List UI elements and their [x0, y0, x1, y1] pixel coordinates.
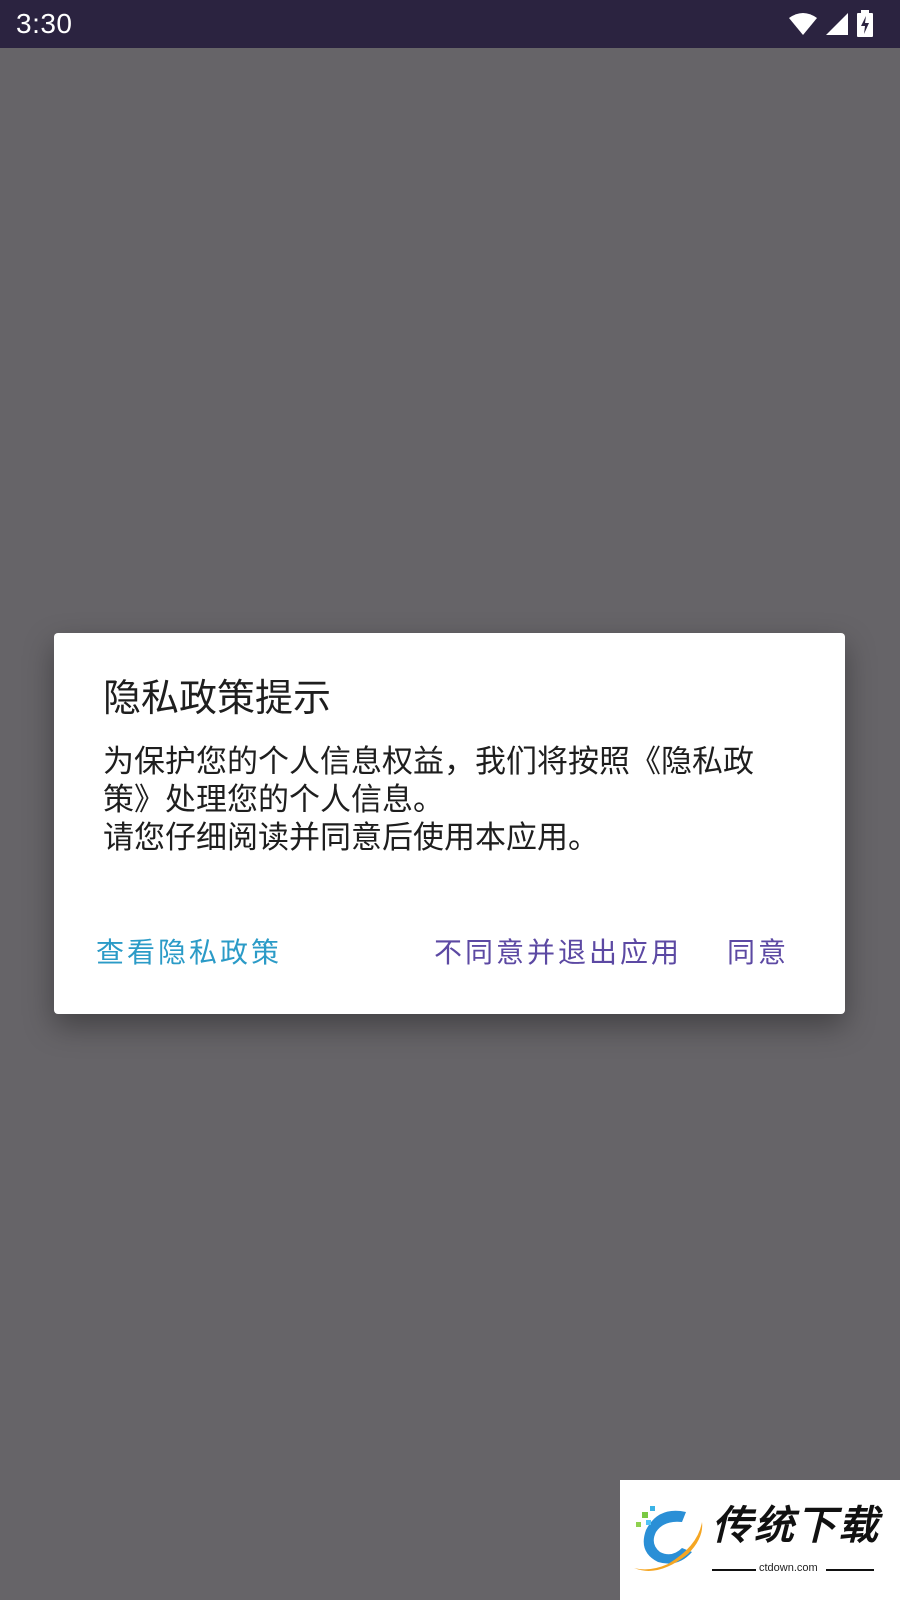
- watermark-name: 传统下载: [712, 1503, 880, 1549]
- dialog-actions: 查看隐私政策 不同意并退出应用 同意: [54, 633, 845, 1014]
- privacy-policy-dialog: 隐私政策提示 为保护您的个人信息权益，我们将按照《隐私政策》处理您的个人信息。 …: [54, 633, 845, 1014]
- status-icons: [788, 8, 874, 40]
- disagree-exit-button[interactable]: 不同意并退出应用: [434, 933, 682, 973]
- status-time: 3:30: [16, 8, 73, 39]
- cellular-signal-icon: [824, 12, 850, 36]
- watermark-domain: ctdown.com: [759, 1562, 818, 1574]
- watermark-badge: 传统下载 ctdown.com: [620, 1480, 900, 1600]
- battery-charging-icon: [856, 10, 874, 38]
- wifi-icon: [788, 12, 818, 36]
- status-bar: 3:30: [0, 0, 900, 48]
- watermark-divider: [826, 1569, 874, 1571]
- watermark-logo-icon: [628, 1502, 708, 1578]
- view-privacy-policy-button[interactable]: 查看隐私政策: [96, 933, 282, 973]
- watermark-divider: [712, 1569, 756, 1571]
- app-screen: 3:30 隐私政策提示 为保护您的个人信息权益，我们将按照《隐私政策》处理您的个…: [0, 0, 900, 1600]
- agree-button[interactable]: 同意: [727, 933, 789, 973]
